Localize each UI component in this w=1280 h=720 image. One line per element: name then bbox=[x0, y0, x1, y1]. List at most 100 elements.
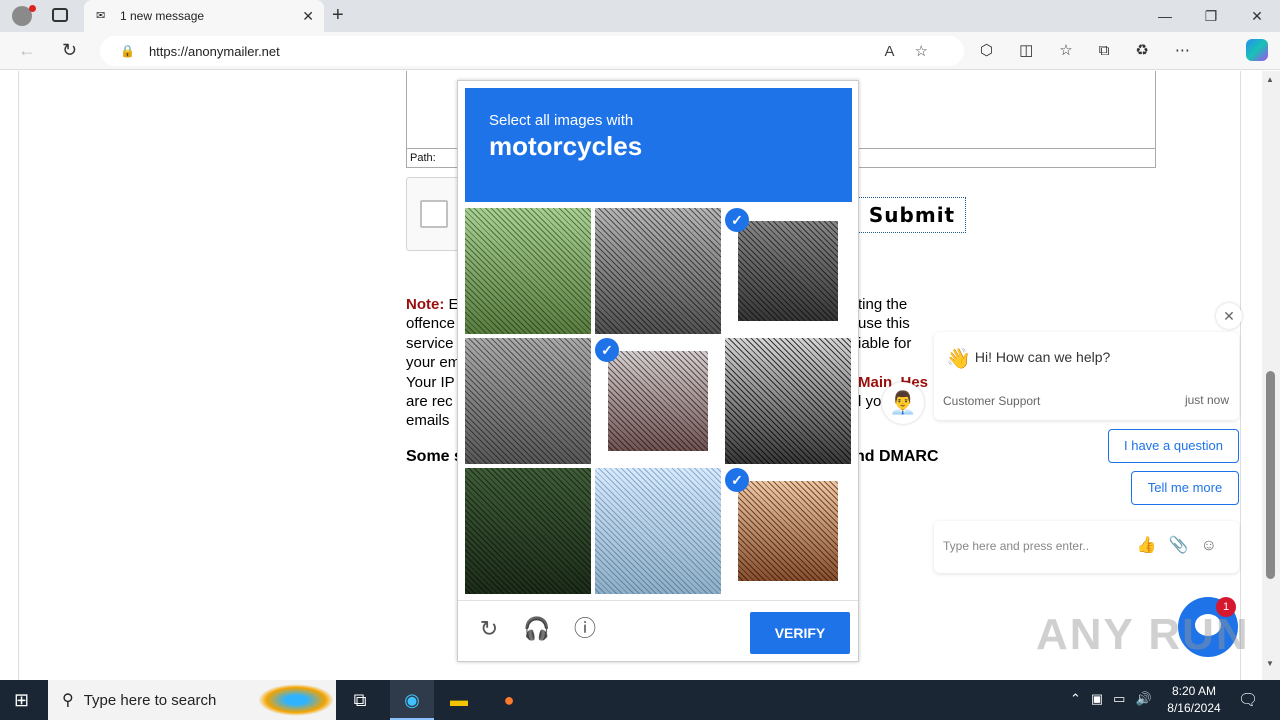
read-aloud-favorite-icons[interactable]: A☆ bbox=[885, 42, 948, 60]
chat-input-placeholder: Type here and press enter.. bbox=[943, 539, 1090, 553]
tile-motorcycle-rider[interactable]: ✓ bbox=[595, 338, 721, 464]
captcha-tile-image bbox=[595, 208, 721, 334]
search-icon: ⚲ bbox=[62, 692, 74, 709]
refresh-button[interactable]: ↻ bbox=[62, 40, 77, 61]
note-line: your em bbox=[406, 354, 461, 372]
captcha-tile-image bbox=[608, 351, 708, 451]
window-controls: — ❐ ✕ bbox=[1142, 0, 1280, 32]
browser-tab[interactable]: ✉ 1 new message ✕ bbox=[84, 0, 324, 32]
minimize-button[interactable]: — bbox=[1142, 0, 1188, 32]
wave-hand-icon: 👋 bbox=[946, 348, 971, 370]
taskbar-clock[interactable]: 8:20 AM 8/16/2024 bbox=[1164, 683, 1224, 717]
captcha-tile-image bbox=[738, 221, 838, 321]
captcha-footer: ↻ 🎧 ⓘ VERIFY bbox=[458, 600, 858, 662]
info-icon[interactable]: ⓘ bbox=[571, 615, 599, 643]
lock-icon[interactable]: 🔒 bbox=[120, 44, 135, 58]
page-scrollbar[interactable]: ▲ ▼ bbox=[1262, 71, 1280, 680]
chat-input-action-icons[interactable]: 👍📎☺ bbox=[1137, 535, 1229, 555]
selected-check-icon: ✓ bbox=[725, 468, 749, 492]
back-button[interactable]: ← bbox=[18, 40, 36, 61]
chat-close-icon[interactable]: ✕ bbox=[1216, 303, 1242, 329]
support-agent-avatar: 👨‍💼 bbox=[882, 382, 924, 424]
note-line: offence bbox=[406, 315, 455, 333]
note-label: Note: bbox=[406, 296, 445, 313]
address-toolbar: ← ↻ 🔒 https://anonymailer.net A☆ ⬡◫☆⧉♻⋯ bbox=[0, 32, 1280, 70]
captcha-widget bbox=[406, 177, 462, 251]
restore-button[interactable]: ❐ bbox=[1188, 0, 1234, 32]
chat-input[interactable]: Type here and press enter.. 👍📎☺ bbox=[934, 521, 1239, 573]
reload-icon[interactable]: ↻ bbox=[475, 615, 503, 643]
chat-option-question[interactable]: I have a question bbox=[1108, 429, 1239, 463]
toolbar-extension-icons[interactable]: ⬡◫☆⧉♻⋯ bbox=[980, 41, 1216, 59]
anyrun-watermark: ANY RUN bbox=[1036, 610, 1250, 659]
system-tray-icons[interactable]: ⌃▣▭🔊 bbox=[1070, 691, 1162, 707]
site-favicon-icon: ✉ bbox=[96, 10, 106, 22]
chat-option-tell-more[interactable]: Tell me more bbox=[1131, 471, 1239, 505]
some-heading: Some s bbox=[406, 448, 463, 465]
copilot-icon[interactable] bbox=[1246, 39, 1268, 61]
chat-message-bubble: 👋 Hi! How can we help? Customer Support j… bbox=[934, 332, 1239, 420]
tile-houses-poles[interactable] bbox=[595, 468, 721, 594]
page-frame-left bbox=[18, 71, 19, 680]
selected-check-icon: ✓ bbox=[595, 338, 619, 362]
captcha-tile-image bbox=[465, 338, 591, 464]
verify-button[interactable]: VERIFY bbox=[750, 612, 850, 654]
tile-scooter-front[interactable]: ✓ bbox=[725, 208, 851, 334]
selected-check-icon: ✓ bbox=[725, 208, 749, 232]
windows-start-icon[interactable]: ⊞ bbox=[14, 690, 29, 711]
tile-trees-street[interactable] bbox=[465, 208, 591, 334]
captcha-tile-image bbox=[595, 468, 721, 594]
dmarc-heading: nd DMARC bbox=[855, 448, 939, 465]
captcha-checkbox[interactable] bbox=[420, 200, 448, 228]
note-line: emails bbox=[406, 412, 450, 430]
audio-challenge-icon[interactable]: 🎧 bbox=[523, 615, 551, 643]
close-tab-icon[interactable]: ✕ bbox=[302, 8, 314, 25]
submit-button[interactable]: Submit bbox=[858, 197, 966, 233]
tile-traffic-road[interactable] bbox=[595, 208, 721, 334]
path-label: Path: bbox=[410, 152, 436, 164]
captcha-tile-image bbox=[465, 468, 591, 594]
new-tab-button[interactable]: + bbox=[332, 4, 344, 27]
firefox-icon[interactable]: ● bbox=[497, 688, 521, 712]
captcha-tile-image bbox=[725, 338, 851, 464]
file-explorer-icon[interactable]: ▬ bbox=[447, 688, 471, 712]
tile-crosswalk[interactable] bbox=[725, 338, 851, 464]
captcha-target: motorcycles bbox=[489, 131, 643, 161]
windows-taskbar: ⊞ ⚲ Type here to search ⧉ ◉ ▬ ● ⌃▣▭🔊 8:2… bbox=[0, 680, 1280, 720]
note-line: are rec bbox=[406, 393, 453, 411]
task-view-icon[interactable]: ⧉ bbox=[348, 688, 372, 712]
clock-time: 8:20 AM bbox=[1171, 684, 1217, 698]
captcha-tile-image bbox=[465, 208, 591, 334]
note-line: Your IP bbox=[406, 373, 455, 391]
note-line: l yo bbox=[858, 393, 882, 411]
scrollbar-thumb[interactable] bbox=[1266, 371, 1275, 579]
chat-greeting: 👋 Hi! How can we help? bbox=[946, 346, 1110, 371]
tile-parked-scooter[interactable]: ✓ bbox=[725, 468, 851, 594]
note-line: iable for bbox=[858, 334, 912, 352]
url-bar[interactable]: 🔒 https://anonymailer.net A☆ bbox=[100, 36, 964, 66]
captcha-tile-image bbox=[738, 481, 838, 581]
captcha-prompt: Select all images with bbox=[489, 112, 634, 129]
tab-bar: ✉ 1 new message ✕ + — ❐ ✕ bbox=[0, 0, 1280, 32]
scroll-up-icon[interactable]: ▲ bbox=[1266, 75, 1274, 84]
chat-timestamp: just now bbox=[1184, 393, 1229, 407]
note-line: use this bbox=[858, 315, 910, 333]
search-highlight-art bbox=[258, 684, 334, 716]
captcha-dialog: Select all images with motorcycles ✓ ✓ ✓ ↻… bbox=[457, 80, 859, 662]
page-frame-right bbox=[1240, 71, 1241, 680]
tab-title: 1 new message bbox=[120, 9, 205, 23]
captcha-header: Select all images with motorcycles bbox=[465, 88, 852, 202]
profile-notification-dot bbox=[29, 5, 36, 12]
notification-center-icon[interactable]: 🗨 bbox=[1238, 690, 1258, 710]
clock-date: 8/16/2024 bbox=[1167, 701, 1221, 715]
taskbar-search-placeholder: Type here to search bbox=[83, 691, 217, 709]
note-line: service bbox=[406, 334, 454, 352]
scroll-down-icon[interactable]: ▼ bbox=[1266, 659, 1274, 668]
tile-bridge[interactable] bbox=[465, 468, 591, 594]
close-window-button[interactable]: ✕ bbox=[1234, 0, 1280, 32]
edge-browser-icon[interactable]: ◉ bbox=[400, 688, 424, 712]
tile-bicycle-rider[interactable] bbox=[465, 338, 591, 464]
chat-sender: Customer Support bbox=[943, 394, 1041, 408]
tab-actions-icon[interactable] bbox=[52, 8, 68, 22]
url-text: https://anonymailer.net bbox=[148, 43, 280, 59]
